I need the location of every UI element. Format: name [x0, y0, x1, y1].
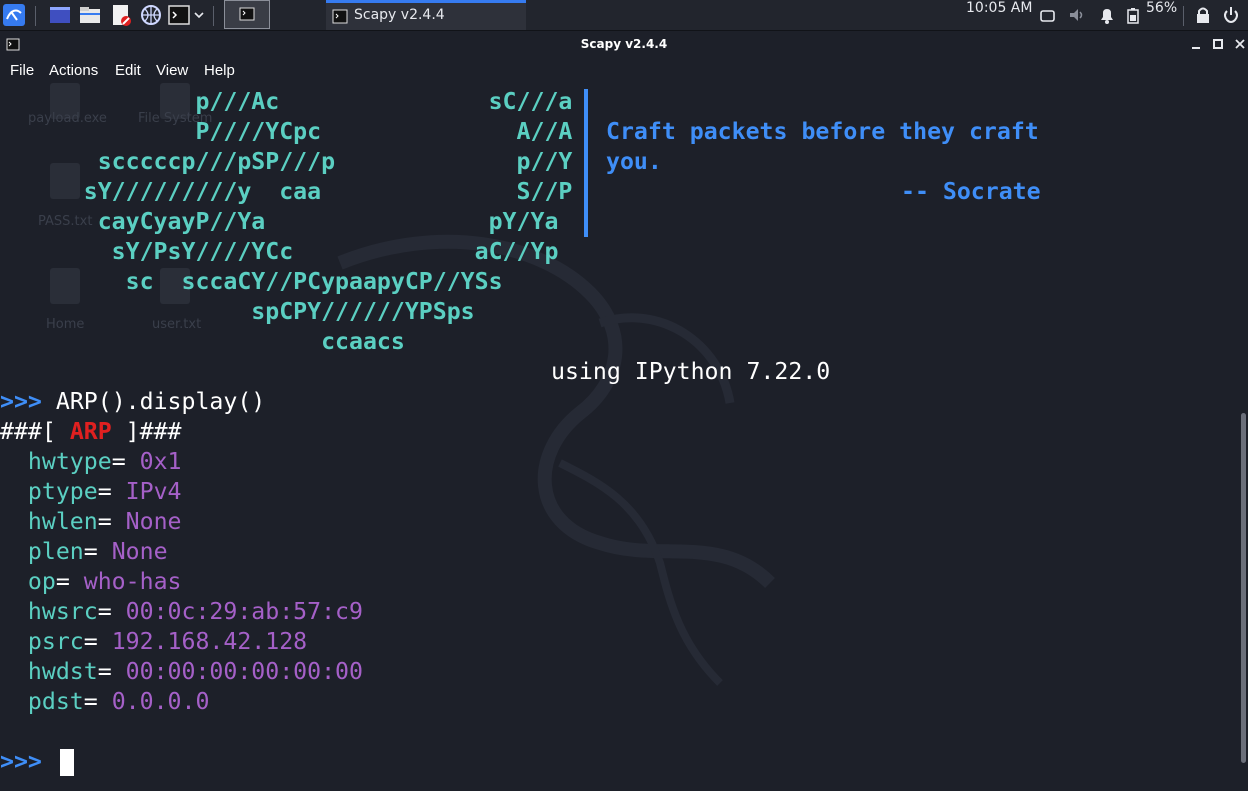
menubar: File Actions Edit View Help	[0, 59, 1248, 83]
minimize-button[interactable]	[1189, 37, 1203, 51]
maximize-button[interactable]	[1211, 37, 1225, 51]
field-name: op	[27, 568, 56, 595]
field-line: plen= None	[0, 537, 168, 567]
field-line: hwsrc= 00:0c:29:ab:57:c9	[0, 597, 363, 627]
workspace-thumbnail[interactable]	[224, 0, 270, 29]
field-value: 0x1	[139, 448, 182, 475]
terminal-launcher-icon[interactable]	[168, 4, 190, 26]
terminal-area[interactable]: payload.exe File System PASS.txt Home us…	[0, 83, 1248, 791]
menu-view[interactable]: View	[156, 62, 188, 79]
text-editor-icon[interactable]	[110, 4, 132, 26]
field-value: 0.0.0.0	[111, 688, 210, 715]
layer-suffix: ]###	[111, 418, 182, 445]
field-eq: =	[111, 448, 140, 475]
banner-art-line: P////YCpc A//A	[0, 118, 573, 145]
volume-icon[interactable]	[1066, 4, 1088, 26]
layer-prefix: ###[	[0, 418, 70, 445]
task-button-scapy[interactable]: Scapy v2.4.4	[326, 0, 526, 30]
banner-art-line: sc sccaCY//PCypaapyCP//YSs	[0, 268, 503, 295]
logout-icon[interactable]	[1220, 4, 1242, 26]
lock-icon[interactable]	[1192, 4, 1214, 26]
quote-bar	[584, 89, 588, 237]
prompt: >>>	[0, 388, 42, 415]
field-eq: =	[55, 568, 84, 595]
taskbar-separator	[1183, 6, 1184, 26]
field-name: hwtype	[27, 448, 112, 475]
quote-author: -- Socrate	[901, 178, 1041, 205]
banner-art-line: ccaacs	[0, 328, 405, 355]
text-cursor	[60, 749, 74, 776]
window-title: Scapy v2.4.4	[580, 37, 668, 51]
quote-line: Craft packets before they craft	[606, 118, 1039, 145]
field-line: hwdst= 00:00:00:00:00:00	[0, 657, 363, 687]
banner-art-line: sY/PsY////YCc aC//Yp	[0, 238, 559, 265]
menu-file[interactable]: File	[10, 62, 34, 79]
task-label: Scapy v2.4.4	[354, 7, 445, 23]
command-line: >>> ARP().display()	[0, 387, 265, 417]
field-name: plen	[27, 538, 84, 565]
field-name: hwsrc	[27, 598, 98, 625]
field-name: ptype	[27, 478, 98, 505]
layer-name: ARP	[69, 418, 112, 445]
banner-art-line: sY/////////y caa S//P	[0, 178, 573, 205]
close-button[interactable]	[1233, 37, 1247, 51]
banner-art-line: spCPY//////YPSps	[0, 298, 475, 325]
taskbar-separator	[213, 6, 214, 26]
field-value: 00:0c:29:ab:57:c9	[125, 598, 363, 625]
display-icon[interactable]	[1037, 4, 1059, 26]
window-titlebar[interactable]: Scapy v2.4.4	[0, 31, 1248, 59]
field-eq: =	[97, 658, 126, 685]
banner-art-line: p///Ac sC///a	[0, 88, 573, 115]
prompt: >>>	[0, 748, 42, 775]
menu-edit[interactable]: Edit	[115, 62, 141, 79]
banner-art-line: scccccp///pSP///p p//Y	[0, 148, 573, 175]
field-name: psrc	[27, 628, 84, 655]
field-value: 192.168.42.128	[111, 628, 308, 655]
banner-art-line: cayCyayP//Ya pY/Ya	[0, 208, 559, 235]
field-name: pdst	[27, 688, 84, 715]
chevron-down-icon[interactable]	[192, 4, 206, 26]
field-line: psrc= 192.168.42.128	[0, 627, 307, 657]
menu-actions[interactable]: Actions	[49, 62, 98, 79]
terminal-icon	[332, 9, 348, 24]
ipython-version: using IPython 7.22.0	[551, 358, 831, 385]
field-eq: =	[83, 688, 112, 715]
field-eq: =	[83, 628, 112, 655]
field-line: hwtype= 0x1	[0, 447, 182, 477]
field-line: ptype= IPv4	[0, 477, 182, 507]
field-value: who-has	[83, 568, 182, 595]
field-line: op= who-has	[0, 567, 182, 597]
field-line: hwlen= None	[0, 507, 182, 537]
field-value: None	[125, 508, 182, 535]
scrollbar[interactable]	[1241, 413, 1246, 763]
show-desktop-icon[interactable]	[49, 4, 71, 26]
layer-header: ###[ ARP ]###	[0, 417, 182, 447]
file-manager-icon[interactable]	[79, 4, 101, 26]
input-line[interactable]: >>>	[0, 747, 42, 777]
field-name: hwdst	[27, 658, 98, 685]
taskbar-separator	[35, 6, 36, 26]
field-value: IPv4	[125, 478, 182, 505]
menu-help[interactable]: Help	[204, 62, 235, 79]
battery-icon[interactable]	[1124, 4, 1142, 26]
field-value: 00:00:00:00:00:00	[125, 658, 363, 685]
field-line: pdst= 0.0.0.0	[0, 687, 210, 717]
field-value: None	[111, 538, 168, 565]
field-eq: =	[83, 538, 112, 565]
browser-icon[interactable]	[140, 4, 162, 26]
field-eq: =	[97, 508, 126, 535]
battery-percent: 56%	[1146, 0, 1178, 16]
clock[interactable]: 10:05 AM	[966, 0, 1032, 30]
quote-line: you.	[606, 148, 662, 175]
field-eq: =	[97, 598, 126, 625]
field-eq: =	[97, 478, 126, 505]
kali-menu-icon[interactable]	[3, 4, 25, 26]
notification-bell-icon[interactable]	[1096, 4, 1118, 26]
command-text: ARP().display()	[55, 388, 266, 415]
taskbar: Scapy v2.4.4 10:05 AM 56%	[0, 0, 1248, 31]
field-name: hwlen	[27, 508, 98, 535]
